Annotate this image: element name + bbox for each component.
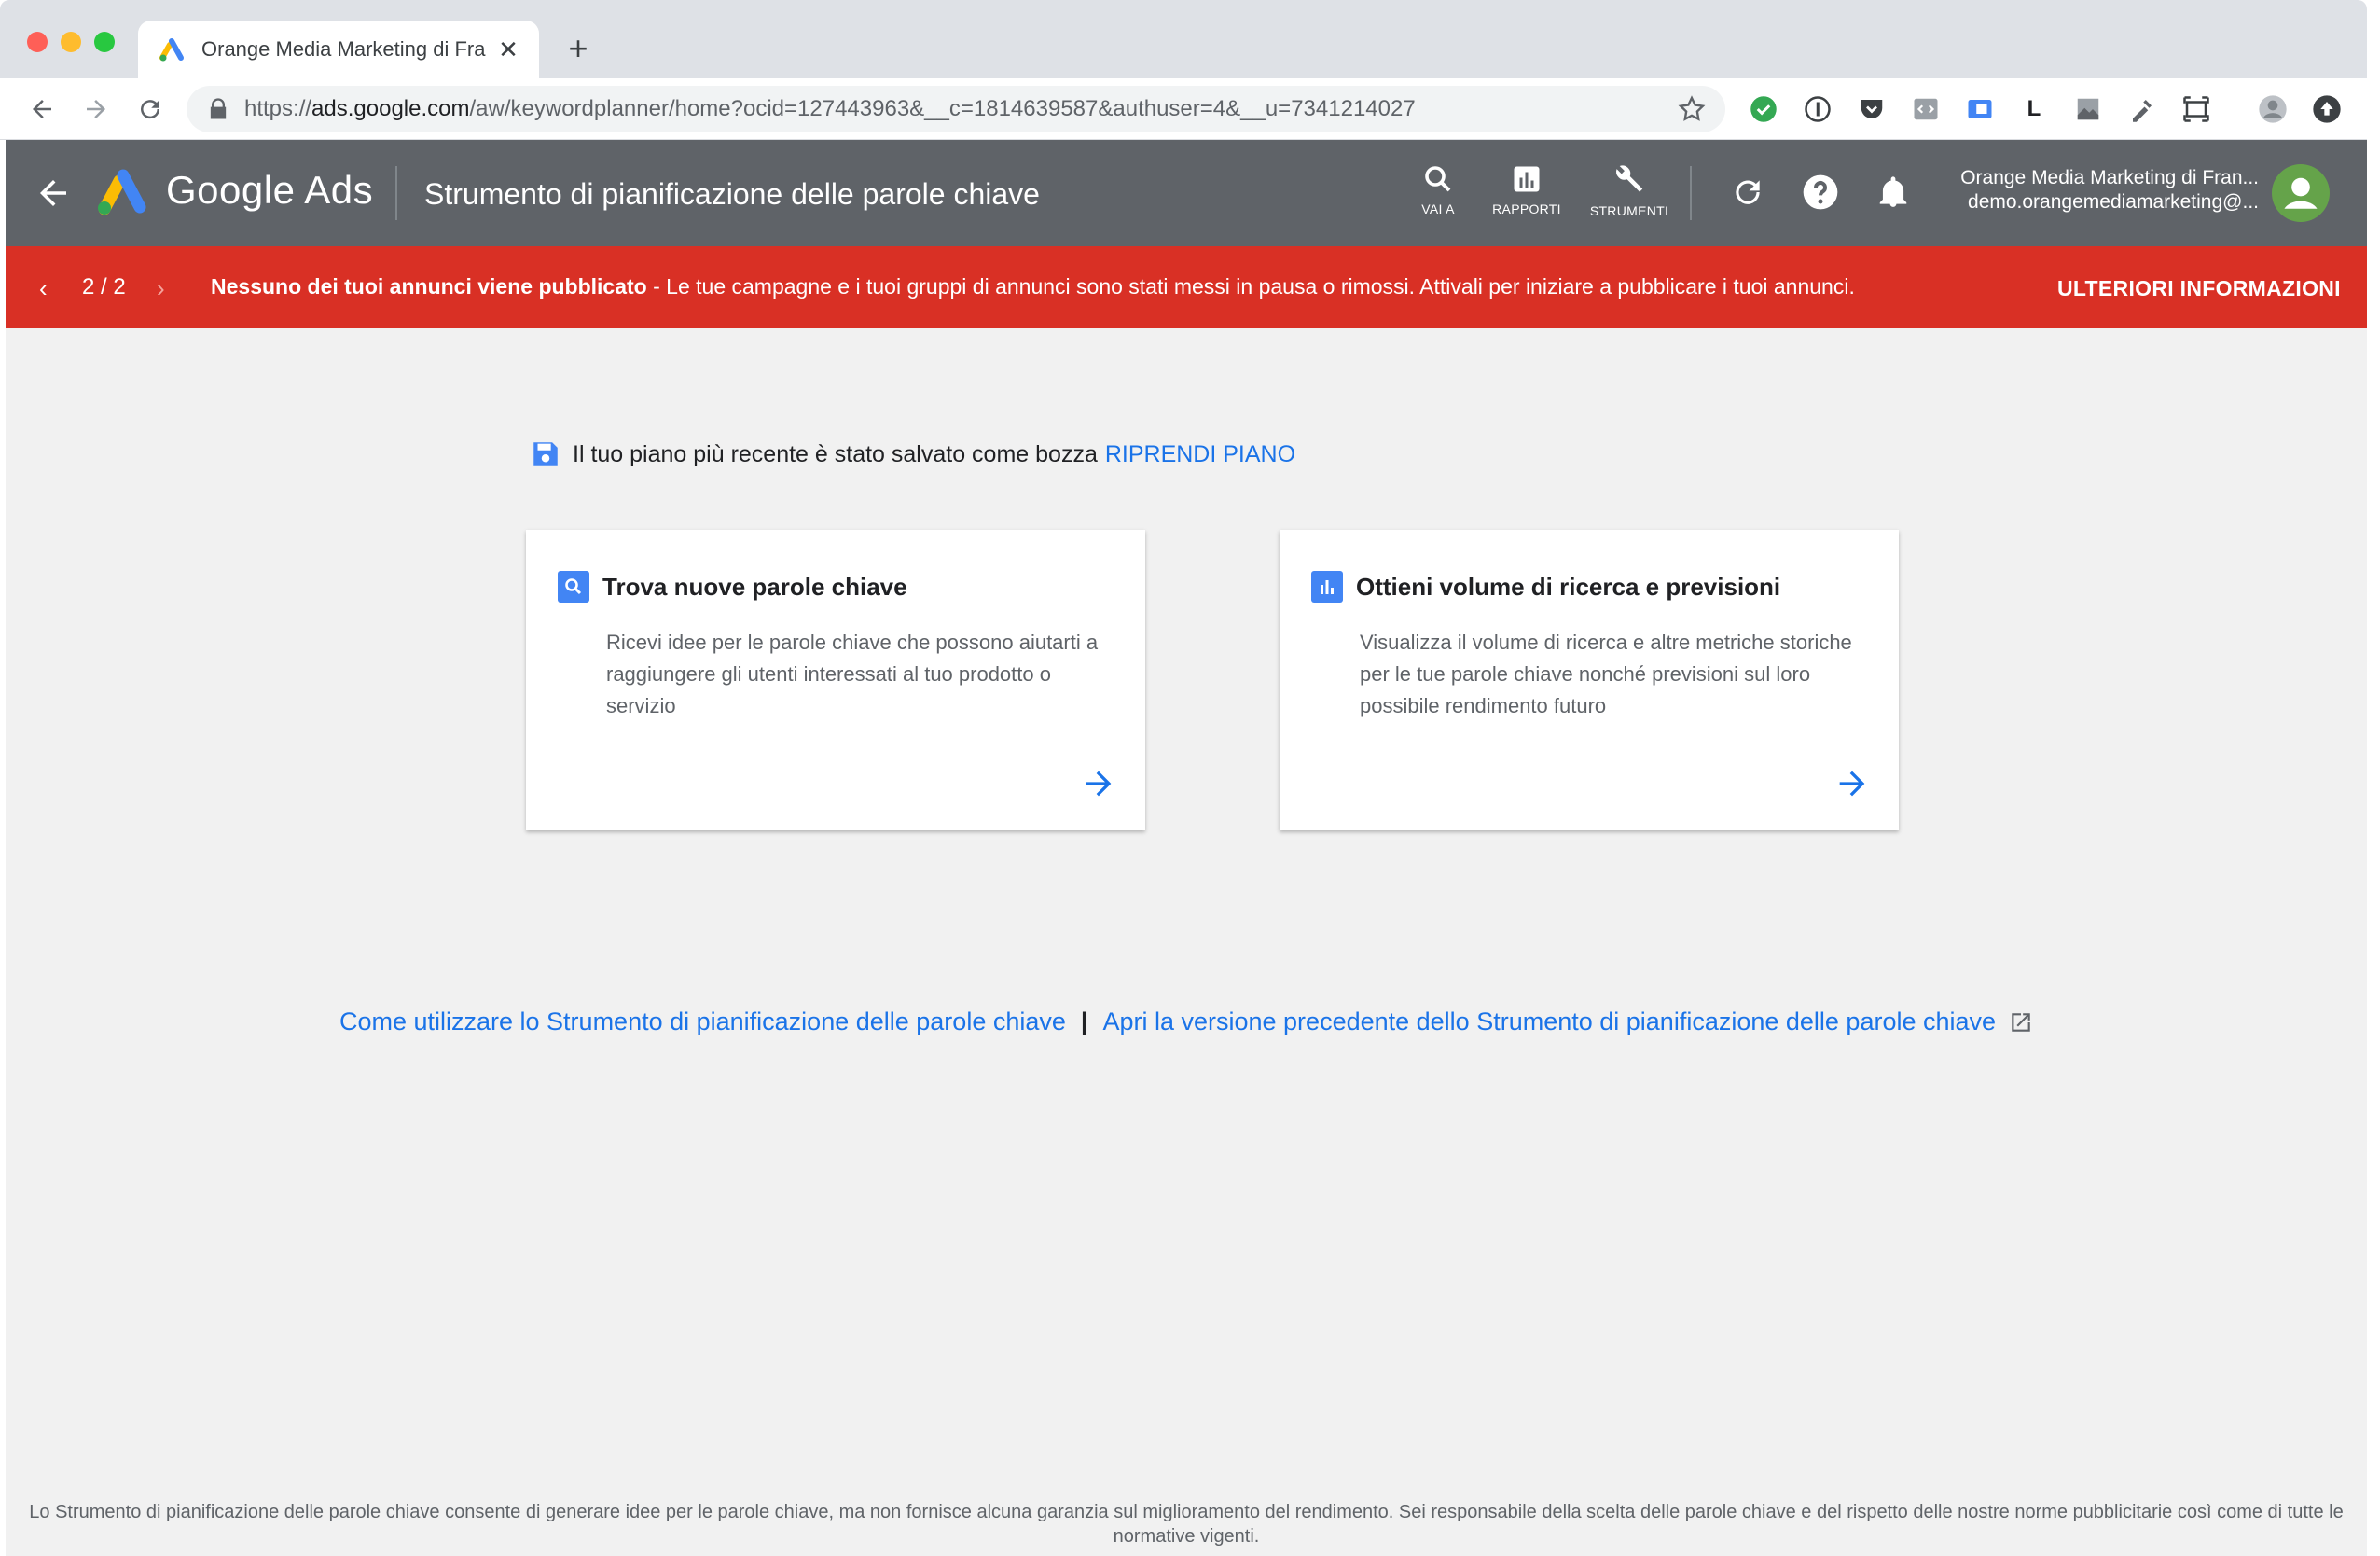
save-icon (533, 442, 558, 466)
account-info[interactable]: Orange Media Marketing di Fran... demo.o… (1951, 166, 2259, 215)
extension-blue-icon[interactable] (1962, 91, 1998, 127)
browser-forward-button[interactable] (76, 90, 116, 129)
card-title: Ottieni volume di ricerca e previsioni (1356, 572, 1781, 601)
previous-version-link[interactable]: Apri la versione precedente dello Strume… (1102, 1007, 1996, 1036)
goto-label: VAI A (1421, 201, 1455, 216)
help-button[interactable] (1800, 172, 1841, 213)
browser-back-button[interactable] (22, 90, 62, 129)
wrench-icon (1616, 165, 1643, 192)
card-title: Trova nuove parole chiave (602, 572, 907, 601)
extension-capture-icon[interactable] (2179, 91, 2214, 127)
extension-eyedropper-icon[interactable] (2124, 91, 2160, 127)
browser-toolbar: https://ads.google.com/aw/keywordplanner… (0, 78, 2367, 140)
find-keywords-card[interactable]: Trova nuove parole chiave Ricevi idee pe… (526, 530, 1145, 830)
browser-tab[interactable]: Orange Media Marketing di Fra ✕ (138, 21, 539, 78)
tools-label: STRUMENTI (1589, 203, 1669, 218)
extension-pocket-icon[interactable] (1854, 91, 1889, 127)
reports-button[interactable]: RAPPORTI (1487, 162, 1567, 216)
card-header: Trova nuove parole chiave (558, 571, 907, 603)
google-ads-header: Google Ads Strumento di pianificazione d… (6, 140, 2367, 246)
tools-button[interactable]: STRUMENTI (1587, 162, 1671, 218)
bookmark-star-icon[interactable] (1677, 94, 1707, 124)
reports-label: RAPPORTI (1492, 201, 1561, 216)
extension-code-icon[interactable] (1908, 91, 1944, 127)
alert-banner: ‹ 2 / 2 › Nessuno dei tuoi annunci viene… (6, 246, 2367, 328)
help-icon (1803, 174, 1838, 210)
card-description: Visualizza il volume di ricerca e altre … (1360, 631, 1852, 717)
extension-letter-icon[interactable]: L (2016, 91, 2052, 127)
back-arrow-icon[interactable] (34, 174, 73, 213)
alert-body: - Le tue campagne e i tuoi gruppi di ann… (646, 274, 1855, 299)
account-email: demo.orangemediamarketing@... (1968, 191, 2259, 213)
alert-title: Nessuno dei tuoi annunci viene pubblicat… (211, 274, 647, 299)
card-description: Ricevi idee per le parole chiave che pos… (606, 631, 1099, 717)
alert-message: Nessuno dei tuoi annunci viene pubblicat… (211, 274, 1855, 299)
window-maximize-button[interactable] (94, 32, 115, 52)
user-avatar-icon (2284, 177, 2318, 209)
avatar[interactable] (2272, 164, 2330, 222)
draft-text: Il tuo piano più recente è stato salvato… (573, 440, 1098, 467)
search-volume-card[interactable]: Ottieni volume di ricerca e previsioni V… (1280, 530, 1899, 830)
bell-icon (1879, 176, 1907, 207)
refresh-button[interactable] (1727, 172, 1768, 213)
refresh-icon (1736, 180, 1760, 204)
resume-plan-link[interactable]: RIPRENDI PIANO (1105, 441, 1295, 468)
card-header: Ottieni volume di ricerca e previsioni (1311, 571, 1780, 603)
page-title: Strumento di pianificazione delle parole… (424, 177, 1040, 211)
account-name: Orange Media Marketing di Fran... (1960, 167, 2259, 188)
search-icon (1425, 166, 1451, 192)
window-close-button[interactable] (27, 32, 48, 52)
reload-icon (141, 100, 160, 119)
tab-title: Orange Media Marketing di Fra (201, 37, 486, 61)
window-minimize-button[interactable] (61, 32, 81, 52)
goto-button[interactable]: VAI A (1410, 162, 1466, 216)
lock-icon (210, 98, 227, 119)
google-ads-logo-icon (98, 169, 146, 215)
arrow-right-icon[interactable] (1833, 765, 1871, 802)
header-divider (395, 166, 397, 220)
alert-next-icon[interactable]: › (157, 274, 165, 303)
google-ads-favicon-icon (159, 38, 184, 62)
google-ads-brand[interactable]: Google Ads (166, 168, 373, 213)
address-bar[interactable]: https://ads.google.com/aw/keywordplanner… (187, 86, 1725, 132)
new-tab-button[interactable]: + (560, 28, 597, 69)
bar-chart-icon (1311, 571, 1343, 603)
extension-image-icon[interactable] (2070, 91, 2106, 127)
how-to-use-link[interactable]: Come utilizzare lo Strumento di pianific… (339, 1007, 1066, 1036)
browser-update-icon[interactable] (2309, 91, 2345, 127)
arrow-right-icon (87, 100, 105, 118)
url-text: https://ads.google.com/aw/keywordplanner… (244, 96, 1416, 121)
disclaimer-text: Lo Strumento di pianificazione delle par… (29, 1502, 2344, 1547)
bar-chart-icon (1514, 166, 1540, 192)
header-tools-divider (1690, 166, 1692, 220)
extension-check-icon[interactable] (1746, 91, 1781, 127)
alert-learn-more-link[interactable]: ULTERIORI INFORMAZIONI (2057, 276, 2341, 301)
alert-prev-icon[interactable]: ‹ (39, 274, 48, 303)
arrow-left-icon (33, 100, 51, 118)
browser-profile-icon[interactable] (2255, 91, 2290, 127)
browser-reload-button[interactable] (131, 90, 170, 129)
alert-counter: 2 / 2 (82, 274, 126, 299)
main-content: Il tuo piano più recente è stato salvato… (6, 328, 2367, 1556)
arrow-right-icon[interactable] (1080, 765, 1117, 802)
extension-password-icon[interactable] (1800, 91, 1835, 127)
external-link-icon[interactable] (2009, 1010, 2033, 1035)
draft-notice: Il tuo piano più recente è stato salvato… (530, 438, 1295, 470)
link-separator: | (1080, 1007, 1088, 1035)
tab-close-icon[interactable]: ✕ (494, 35, 522, 64)
help-links: Come utilizzare lo Strumento di pianific… (6, 1007, 2367, 1036)
browser-tabstrip: Orange Media Marketing di Fra ✕ + (0, 0, 2367, 78)
search-icon (558, 571, 589, 603)
notifications-button[interactable] (1873, 172, 1914, 213)
